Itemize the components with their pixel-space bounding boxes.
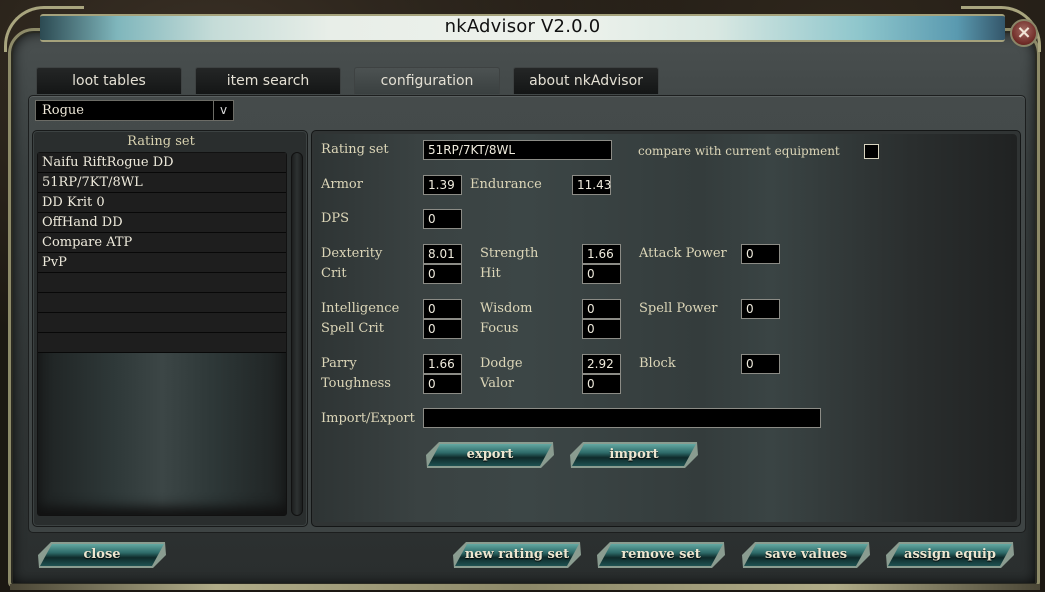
wisdom-label: Wisdom bbox=[480, 301, 533, 316]
dexterity-input[interactable]: 8.01 bbox=[423, 244, 462, 264]
dodge-label: Dodge bbox=[480, 356, 523, 371]
toughness-input[interactable]: 0 bbox=[423, 374, 462, 394]
armor-label: Armor bbox=[321, 177, 363, 192]
close-button[interactable]: close bbox=[40, 544, 164, 566]
attack-power-input[interactable]: 0 bbox=[741, 244, 780, 264]
rating-set-label: Rating set bbox=[321, 142, 389, 157]
chevron-down-icon[interactable]: v bbox=[213, 101, 233, 120]
list-item[interactable]: 51RP/7KT/8WL bbox=[38, 173, 286, 193]
import-export-input[interactable] bbox=[423, 408, 821, 428]
import-export-label: Import/Export bbox=[321, 411, 415, 426]
close-button-label: close bbox=[83, 547, 121, 562]
rating-set-name-input[interactable]: 51RP/7KT/8WL bbox=[423, 140, 612, 160]
close-x-icon[interactable]: × bbox=[1010, 19, 1038, 47]
export-button-label: export bbox=[466, 447, 514, 462]
list-item-empty[interactable] bbox=[38, 293, 286, 313]
parry-input[interactable]: 1.66 bbox=[423, 354, 462, 374]
list-item[interactable]: DD Krit 0 bbox=[38, 193, 286, 213]
endurance-label: Endurance bbox=[470, 177, 542, 192]
strength-label: Strength bbox=[480, 246, 539, 261]
valor-input[interactable]: 0 bbox=[582, 374, 621, 394]
save-values-button-label: save values bbox=[764, 547, 848, 562]
hit-label: Hit bbox=[480, 266, 501, 281]
spell-power-input[interactable]: 0 bbox=[741, 299, 780, 319]
armor-input[interactable]: 1.39 bbox=[423, 175, 462, 195]
crit-label: Crit bbox=[321, 266, 347, 281]
list-item-empty[interactable] bbox=[38, 273, 286, 293]
toughness-label: Toughness bbox=[321, 376, 391, 391]
list-item[interactable]: PvP bbox=[38, 253, 286, 273]
tab-item-search[interactable]: item search bbox=[195, 67, 341, 94]
dps-input[interactable]: 0 bbox=[423, 209, 462, 229]
rating-set-header: Rating set bbox=[127, 134, 195, 149]
spell-crit-label: Spell Crit bbox=[321, 321, 384, 336]
block-label: Block bbox=[639, 356, 676, 371]
new-rating-set-button[interactable]: new rating set bbox=[455, 544, 579, 566]
dexterity-label: Dexterity bbox=[321, 246, 383, 261]
assign-equip-button-label: assign equip bbox=[904, 547, 996, 562]
attack-power-label: Attack Power bbox=[639, 246, 727, 261]
tab-about[interactable]: about nkAdvisor bbox=[513, 67, 659, 94]
intelligence-input[interactable]: 0 bbox=[423, 299, 462, 319]
list-item-empty[interactable] bbox=[38, 313, 286, 333]
remove-set-button[interactable]: remove set bbox=[599, 544, 723, 566]
new-rating-set-button-label: new rating set bbox=[464, 547, 570, 562]
spell-crit-input[interactable]: 0 bbox=[423, 319, 462, 339]
parry-label: Parry bbox=[321, 356, 357, 371]
rating-set-rows: Naifu RiftRogue DD 51RP/7KT/8WL DD Krit … bbox=[38, 153, 286, 353]
assign-equip-button[interactable]: assign equip bbox=[888, 544, 1012, 566]
frame-bottom-edge bbox=[10, 584, 1040, 590]
compare-label: compare with current equipment bbox=[638, 144, 840, 158]
list-item[interactable]: Naifu RiftRogue DD bbox=[38, 153, 286, 173]
crit-input[interactable]: 0 bbox=[423, 264, 462, 284]
focus-label: Focus bbox=[480, 321, 519, 336]
tab-configuration[interactable]: configuration bbox=[354, 67, 500, 94]
hit-input[interactable]: 0 bbox=[582, 264, 621, 284]
strength-input[interactable]: 1.66 bbox=[582, 244, 621, 264]
list-item[interactable]: OffHand DD bbox=[38, 213, 286, 233]
spell-power-label: Spell Power bbox=[639, 301, 718, 316]
class-dropdown[interactable]: Rogue v bbox=[35, 100, 234, 121]
export-button[interactable]: export bbox=[428, 444, 552, 466]
focus-input[interactable]: 0 bbox=[582, 319, 621, 339]
tab-loot-tables[interactable]: loot tables bbox=[36, 67, 182, 94]
save-values-button[interactable]: save values bbox=[744, 544, 868, 566]
remove-set-button-label: remove set bbox=[621, 547, 701, 562]
list-item-empty[interactable] bbox=[38, 333, 286, 353]
intelligence-label: Intelligence bbox=[321, 301, 400, 316]
import-button[interactable]: import bbox=[572, 444, 696, 466]
valor-label: Valor bbox=[480, 376, 515, 391]
class-dropdown-value: Rogue bbox=[42, 103, 85, 118]
dps-label: DPS bbox=[321, 211, 350, 226]
endurance-input[interactable]: 11.43 bbox=[572, 175, 611, 195]
window-title: nkAdvisor V2.0.0 bbox=[444, 16, 601, 37]
wisdom-input[interactable]: 0 bbox=[582, 299, 621, 319]
block-input[interactable]: 0 bbox=[741, 354, 780, 374]
list-scrollbar[interactable] bbox=[291, 152, 303, 516]
list-item[interactable]: Compare ATP bbox=[38, 233, 286, 253]
compare-checkbox[interactable] bbox=[864, 144, 879, 159]
import-button-label: import bbox=[609, 447, 659, 462]
dodge-input[interactable]: 2.92 bbox=[582, 354, 621, 374]
